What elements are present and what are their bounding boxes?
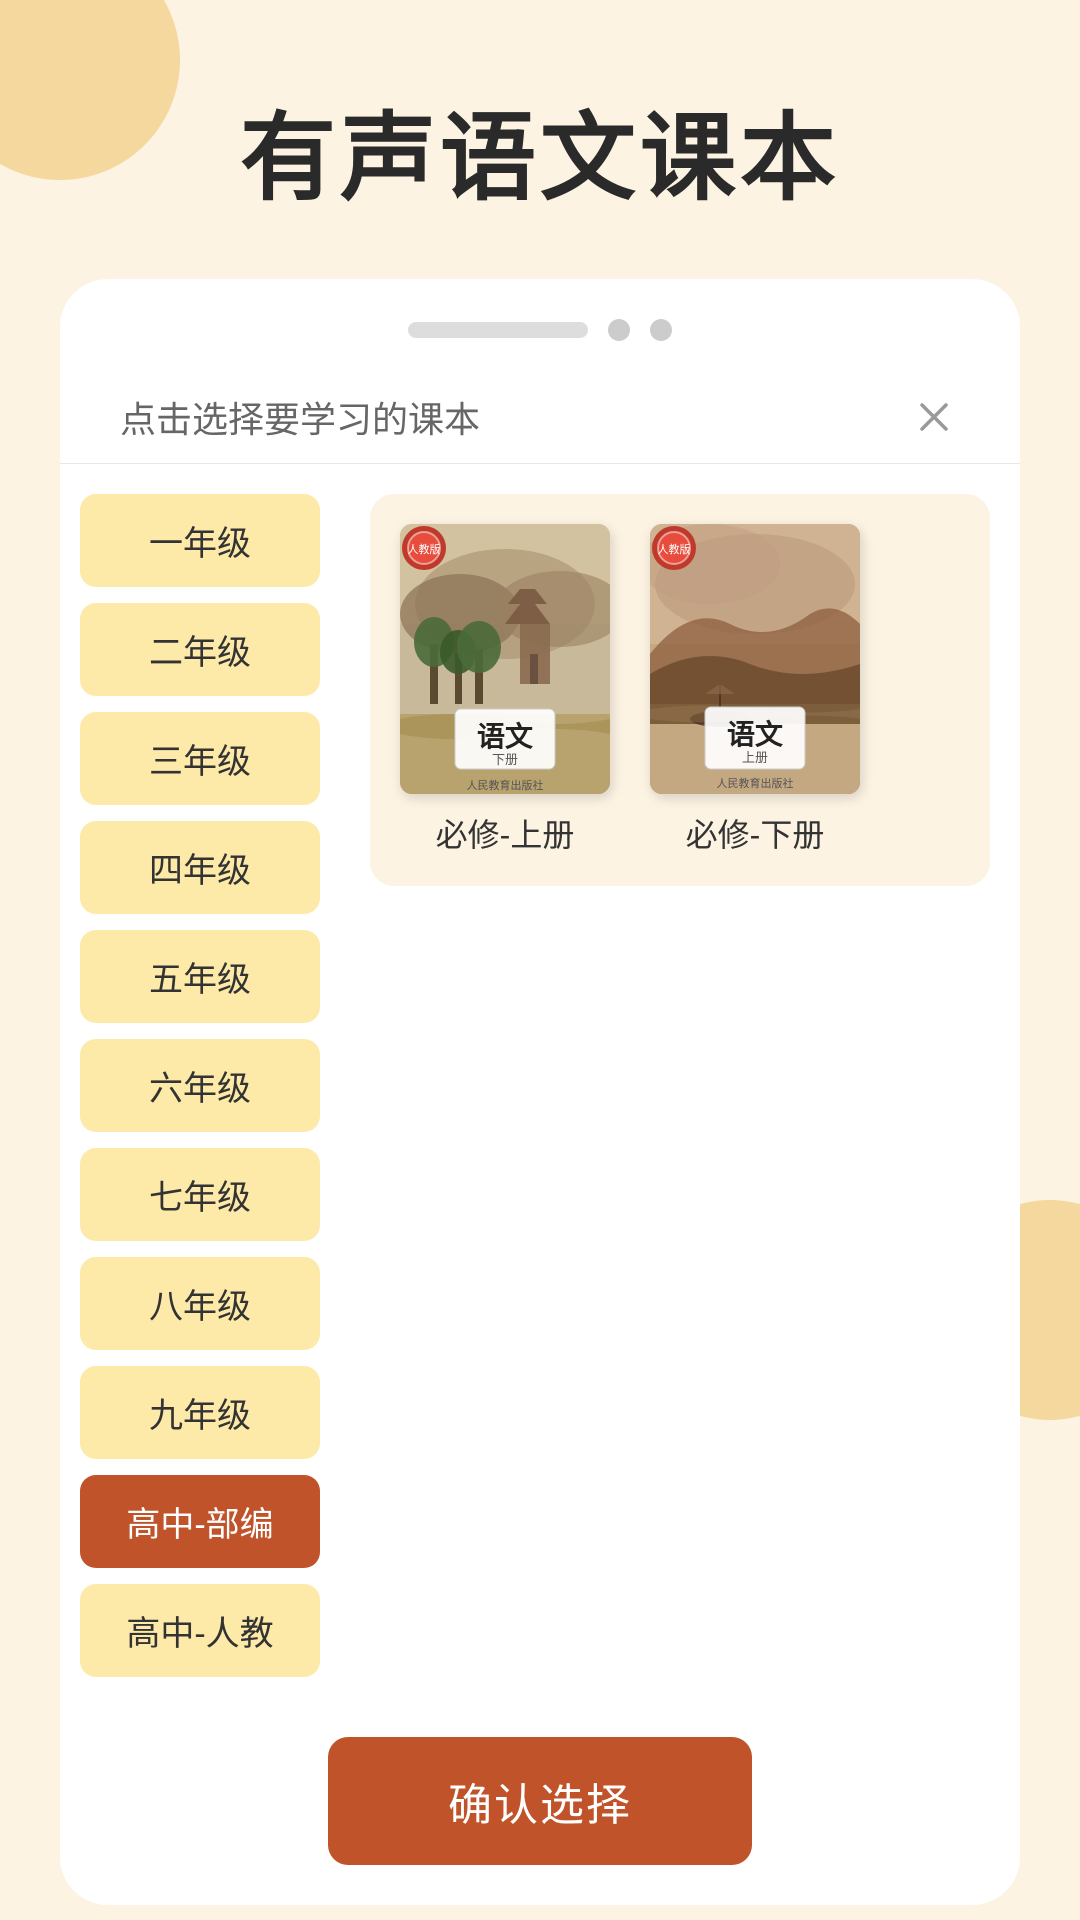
svg-text:下册: 下册 <box>492 752 518 767</box>
grade-sidebar: 一年级 二年级 三年级 四年级 五年级 六年级 七年级 八年级 九年级 高中-部… <box>60 464 340 1707</box>
page-title: 有声语文课本 <box>0 0 1080 279</box>
grade-button-grade6[interactable]: 六年级 <box>80 1039 320 1132</box>
grade-button-grade8[interactable]: 八年级 <box>80 1257 320 1350</box>
book-title-1: 必修-上册 <box>436 810 575 856</box>
indicator-dot-2 <box>650 319 672 341</box>
close-button[interactable] <box>908 391 960 443</box>
book-cover-2: 语文 上册 人教版 人民教育出版社 <box>650 524 860 794</box>
grade-button-grade9[interactable]: 九年级 <box>80 1366 320 1459</box>
books-grid: 语文 下册 人教版 人民教育出版社 必修-上册 <box>370 494 990 886</box>
book-item-1[interactable]: 语文 下册 人教版 人民教育出版社 必修-上册 <box>400 524 610 856</box>
grade-button-grade5[interactable]: 五年级 <box>80 930 320 1023</box>
grade-button-grade2[interactable]: 二年级 <box>80 603 320 696</box>
svg-text:人民教育出版社: 人民教育出版社 <box>467 778 544 792</box>
subtitle-row: 点击选择要学习的课本 <box>60 371 1020 464</box>
right-panel: 语文 下册 人教版 人民教育出版社 必修-上册 <box>340 464 1020 1707</box>
svg-text:人教版: 人教版 <box>658 542 691 556</box>
grade-button-grade1[interactable]: 一年级 <box>80 494 320 587</box>
close-icon <box>914 397 954 437</box>
book-item-2[interactable]: 语文 上册 人教版 人民教育出版社 必修-下册 <box>650 524 860 856</box>
svg-text:上册: 上册 <box>742 750 768 765</box>
confirm-button[interactable]: 确认选择 <box>328 1737 752 1865</box>
indicator-dot-1 <box>608 319 630 341</box>
book-cover-art-2: 语文 上册 人教版 人民教育出版社 <box>650 524 860 794</box>
grade-button-grade4[interactable]: 四年级 <box>80 821 320 914</box>
main-card: 点击选择要学习的课本 一年级 二年级 三年级 四年级 五年级 六年级 七年级 八… <box>60 279 1020 1905</box>
book-cover-1: 语文 下册 人教版 人民教育出版社 <box>400 524 610 794</box>
svg-text:语文: 语文 <box>727 718 783 751</box>
svg-text:语文: 语文 <box>477 720 533 753</box>
grade-button-grade-high-bu[interactable]: 高中-部编 <box>80 1475 320 1568</box>
grade-button-grade-high-ren[interactable]: 高中-人教 <box>80 1584 320 1677</box>
indicator-bar <box>408 322 588 338</box>
confirm-button-wrap: 确认选择 <box>60 1707 1020 1905</box>
svg-text:人民教育出版社: 人民教育出版社 <box>717 776 794 790</box>
svg-text:人教版: 人教版 <box>408 542 441 556</box>
grade-button-grade7[interactable]: 七年级 <box>80 1148 320 1241</box>
card-indicators <box>60 319 1020 371</box>
grade-button-grade3[interactable]: 三年级 <box>80 712 320 805</box>
content-area: 一年级 二年级 三年级 四年级 五年级 六年级 七年级 八年级 九年级 高中-部… <box>60 464 1020 1707</box>
subtitle-text: 点击选择要学习的课本 <box>120 391 480 443</box>
book-title-2: 必修-下册 <box>686 810 825 856</box>
book-cover-art-1: 语文 下册 人教版 人民教育出版社 <box>400 524 610 794</box>
